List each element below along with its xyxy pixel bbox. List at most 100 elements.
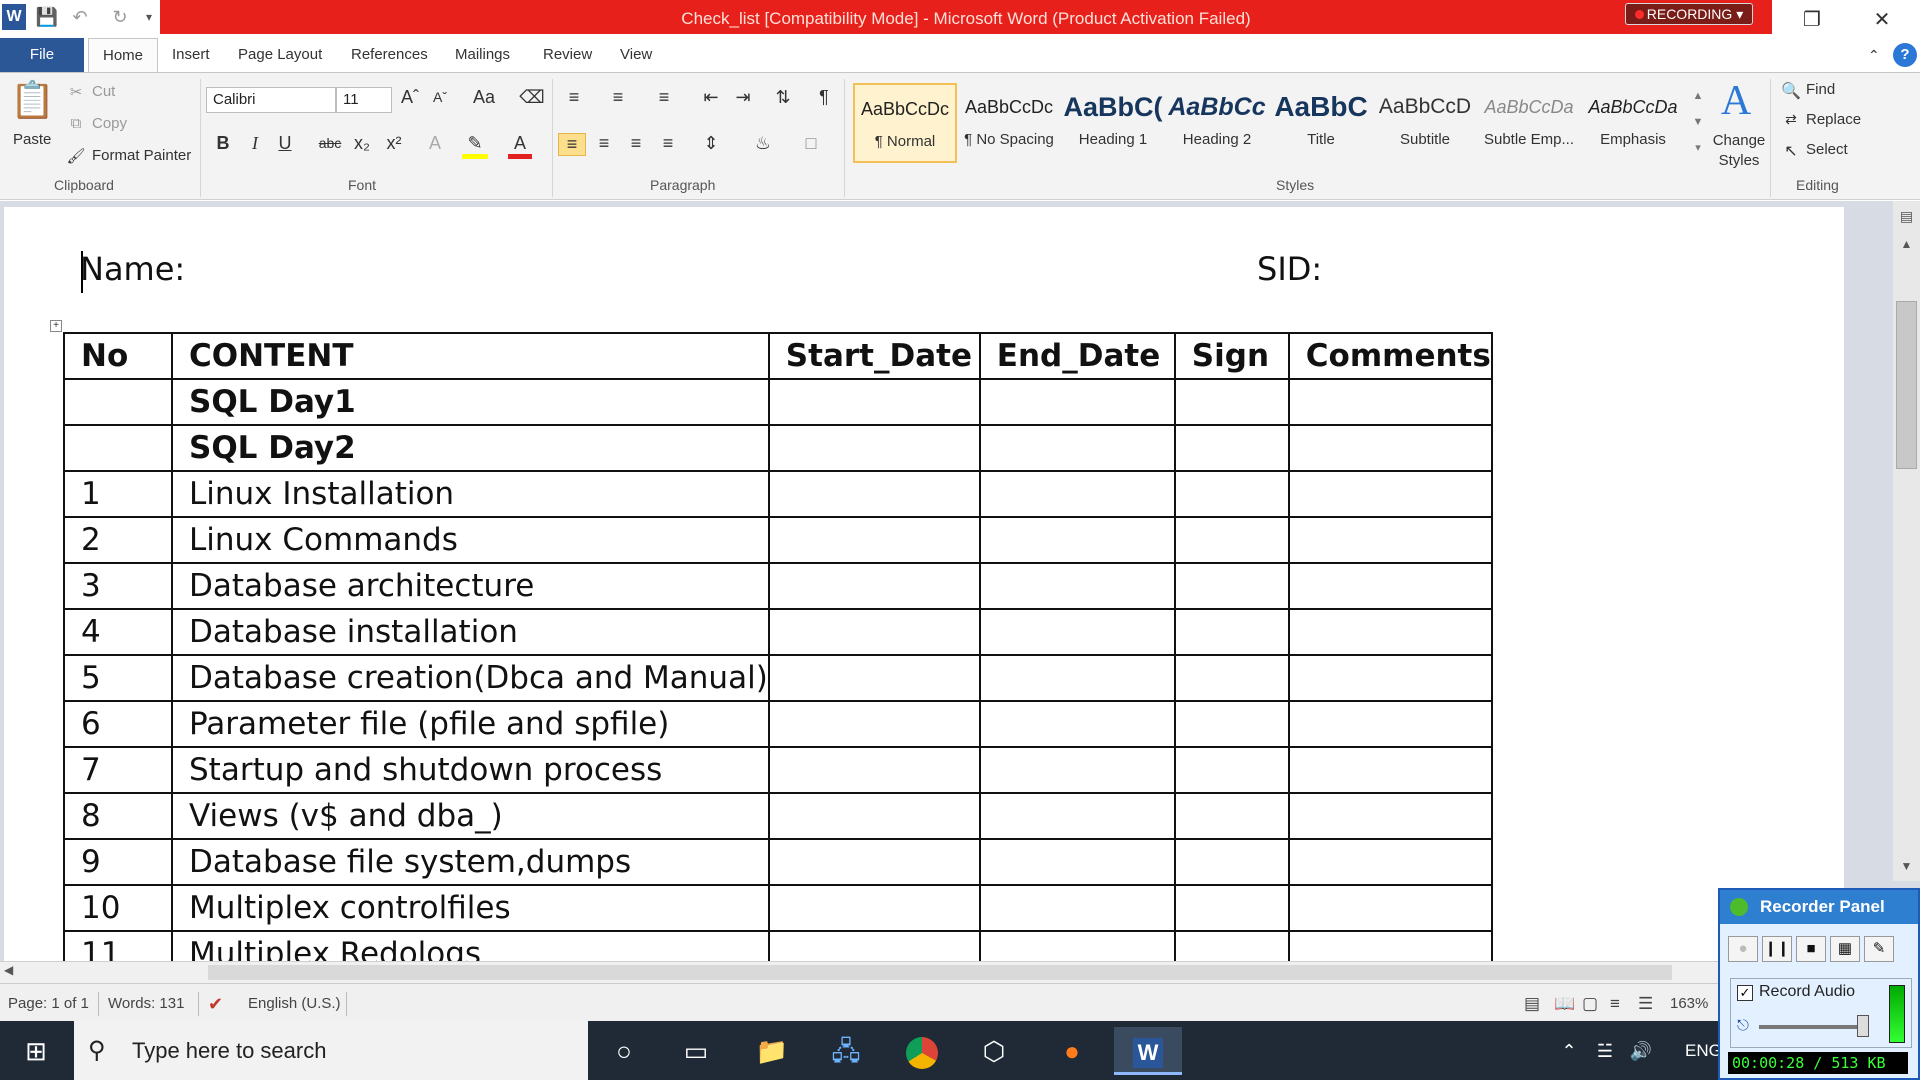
cell-content[interactable]: Views (v$ and dba_) <box>171 792 770 840</box>
superscript-icon[interactable]: x² <box>382 133 406 154</box>
horizontal-scrollbar[interactable]: ◀ <box>0 961 1720 983</box>
cell-start-date[interactable] <box>767 424 981 472</box>
page-count[interactable]: Page: 1 of 1 <box>8 984 89 1024</box>
minimize-ribbon-icon[interactable]: ⌃ <box>1868 38 1880 72</box>
cell-content[interactable]: SQL Day1 <box>171 378 770 426</box>
cell-sign[interactable] <box>1173 378 1290 426</box>
shrink-font-icon[interactable]: Aˇ <box>428 89 452 105</box>
cell-sign[interactable] <box>1173 654 1290 702</box>
cell-sign[interactable] <box>1173 746 1290 794</box>
proofing-icon[interactable]: ✔ <box>208 984 223 1024</box>
cell-content[interactable]: Database creation(Dbca and Manual) <box>171 654 770 702</box>
stop-button[interactable]: ■ <box>1796 936 1826 962</box>
cell-comments[interactable] <box>1287 838 1493 886</box>
tab-file[interactable]: File <box>0 38 84 72</box>
task-view-icon[interactable]: ▭ <box>668 1027 724 1075</box>
cell-sign[interactable] <box>1173 608 1290 656</box>
customize-qat-icon[interactable]: ▾ <box>140 4 158 30</box>
decrease-indent-icon[interactable]: ⇤ <box>698 87 724 108</box>
header-content[interactable]: CONTENT <box>171 332 770 380</box>
line-spacing-icon[interactable]: ⇕ <box>694 133 728 154</box>
tab-view[interactable]: View <box>620 38 652 72</box>
word-count[interactable]: Words: 131 <box>108 984 184 1024</box>
cell-content[interactable]: Parameter file (pfile and spfile) <box>171 700 770 748</box>
find-button[interactable]: Find <box>1806 81 1835 98</box>
cell-end-date[interactable] <box>978 884 1176 932</box>
cell-no[interactable]: 4 <box>63 608 173 656</box>
style-heading-2[interactable]: AaBbCc Heading 2 <box>1165 83 1269 163</box>
multilevel-list-icon[interactable]: ≡ <box>650 87 678 108</box>
cell-sign[interactable] <box>1173 562 1290 610</box>
firefox-icon[interactable]: ● <box>1044 1027 1100 1075</box>
cell-comments[interactable] <box>1287 792 1493 840</box>
justify-icon[interactable]: ≡ <box>654 133 682 154</box>
outline-icon[interactable]: ≡ <box>1610 984 1620 1024</box>
shading-icon[interactable]: ♨ <box>746 133 780 154</box>
cell-content[interactable]: Startup and shutdown process <box>171 746 770 794</box>
record-button[interactable]: ● <box>1728 936 1758 962</box>
record-audio-checkbox[interactable]: ✓ <box>1737 985 1753 1001</box>
cell-no[interactable]: 5 <box>63 654 173 702</box>
settings-button[interactable]: ▦ <box>1830 936 1860 962</box>
header-sign[interactable]: Sign <box>1173 332 1290 380</box>
virtualbox-icon[interactable]: ⬡ <box>966 1027 1022 1075</box>
cell-comments[interactable] <box>1287 470 1493 518</box>
cell-end-date[interactable] <box>978 792 1176 840</box>
header-comments[interactable]: Comments <box>1287 332 1493 380</box>
paste-button[interactable]: Paste <box>13 131 51 148</box>
vertical-scroll-thumb[interactable] <box>1896 301 1917 469</box>
volume-slider[interactable] <box>1759 1025 1869 1029</box>
full-screen-reading-icon[interactable]: 📖 <box>1554 984 1575 1024</box>
style-normal[interactable]: AaBbCcDc ¶ Normal <box>853 83 957 163</box>
cell-sign[interactable] <box>1173 470 1290 518</box>
cell-sign[interactable] <box>1173 700 1290 748</box>
help-icon[interactable]: ? <box>1893 43 1917 67</box>
pause-button[interactable]: ❙❙ <box>1762 936 1792 962</box>
header-start-date[interactable]: Start_Date <box>767 332 981 380</box>
web-layout-icon[interactable]: ▢ <box>1582 984 1598 1024</box>
cell-no[interactable]: 3 <box>63 562 173 610</box>
tray-chevron-icon[interactable]: ⌃ <box>1554 1027 1584 1075</box>
cell-no[interactable]: 8 <box>63 792 173 840</box>
paste-icon[interactable]: 📋 <box>10 79 55 129</box>
tab-review[interactable]: Review <box>543 38 592 72</box>
font-name-combo[interactable]: Calibri <box>206 87 336 113</box>
text-effects-icon[interactable]: A <box>422 133 448 154</box>
cell-start-date[interactable] <box>767 792 981 840</box>
cell-content[interactable]: Linux Commands <box>171 516 770 564</box>
style-title[interactable]: AaBbC Title <box>1269 83 1373 163</box>
input-language[interactable]: ENG <box>1685 1021 1722 1080</box>
cell-comments[interactable] <box>1287 562 1493 610</box>
cell-comments[interactable] <box>1287 378 1493 426</box>
view-ruler-icon[interactable]: ▤ <box>1893 201 1920 231</box>
cell-no[interactable] <box>63 378 173 426</box>
underline-icon[interactable]: U <box>274 133 296 154</box>
cell-end-date[interactable] <box>978 838 1176 886</box>
clear-formatting-icon[interactable]: ⌫ <box>518 87 546 108</box>
align-right-icon[interactable]: ≡ <box>622 133 650 154</box>
sid-label[interactable]: SID: <box>1257 250 1322 288</box>
style-emphasis[interactable]: AaBbCcDa Emphasis <box>1581 83 1685 163</box>
cut-button[interactable]: Cut <box>92 83 115 100</box>
draw-button[interactable]: ✎ <box>1864 936 1894 962</box>
zoom-level[interactable]: 163% <box>1670 984 1708 1024</box>
save-icon[interactable]: 💾 <box>32 4 62 30</box>
cell-comments[interactable] <box>1287 746 1493 794</box>
cell-start-date[interactable] <box>767 608 981 656</box>
cell-sign[interactable] <box>1173 884 1290 932</box>
cell-start-date[interactable] <box>767 562 981 610</box>
grow-font-icon[interactable]: Aˆ <box>396 87 424 108</box>
scroll-left-icon[interactable]: ◀ <box>4 963 20 977</box>
file-explorer-icon[interactable]: 📁 <box>744 1027 800 1075</box>
cell-end-date[interactable] <box>978 424 1176 472</box>
cell-end-date[interactable] <box>978 516 1176 564</box>
cell-start-date[interactable] <box>767 654 981 702</box>
undo-icon[interactable]: ↶ <box>66 4 94 30</box>
tab-references[interactable]: References <box>351 38 428 72</box>
cortana-icon[interactable]: ○ <box>596 1027 652 1075</box>
change-case-icon[interactable]: Aa <box>466 87 502 108</box>
cell-content[interactable]: SQL Day2 <box>171 424 770 472</box>
cell-no[interactable]: 10 <box>63 884 173 932</box>
cell-content[interactable]: Database architecture <box>171 562 770 610</box>
cell-content[interactable]: Database file system,dumps <box>171 838 770 886</box>
